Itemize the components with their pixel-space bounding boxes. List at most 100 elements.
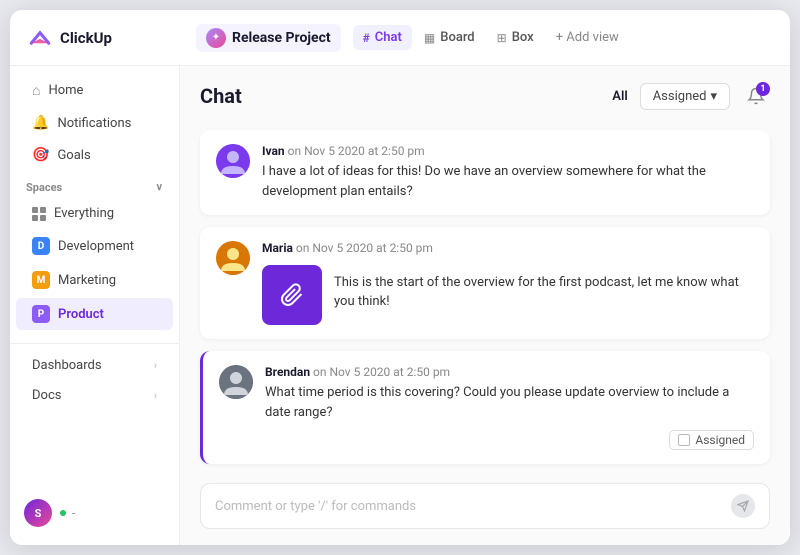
chevron-down-icon[interactable]: ∨ <box>156 182 163 193</box>
sidebar-goals-label: Goals <box>57 148 90 163</box>
chat-title: Chat <box>200 84 242 108</box>
add-view-button[interactable]: + Add view <box>546 25 629 50</box>
spaces-section-title: Spaces ∨ <box>10 171 179 198</box>
project-icon: ✦ <box>206 28 226 48</box>
sidebar: ⌂ Home 🔔 Notifications 🎯 Goals Spaces ∨ … <box>10 66 180 545</box>
tab-box-label: Box <box>512 30 534 45</box>
project-badge[interactable]: ✦ Release Project <box>196 24 341 52</box>
marketing-space-icon: M <box>32 271 50 289</box>
sidebar-everything-label: Everything <box>54 206 114 221</box>
maria-message-with-attachment: This is the start of the overview for th… <box>262 259 754 325</box>
sidebar-notifications-label: Notifications <box>57 116 131 131</box>
comment-box-wrap: Comment or type '/' for commands <box>180 471 790 545</box>
ivan-avatar-img <box>216 144 250 178</box>
board-icon: ▦ <box>424 31 435 45</box>
maria-message-meta: Maria on Nov 5 2020 at 2:50 pm <box>262 241 754 255</box>
assigned-tag[interactable]: Assigned <box>669 430 754 450</box>
main-content: ⌂ Home 🔔 Notifications 🎯 Goals Spaces ∨ … <box>10 66 790 545</box>
tab-chat-label: Chat <box>375 30 402 45</box>
brendan-author: Brendan <box>265 365 310 379</box>
user-profile-area[interactable]: S - <box>10 489 179 537</box>
docs-expand-icon: › <box>154 389 157 402</box>
maria-author: Maria <box>262 241 293 255</box>
assigned-filter-button[interactable]: Assigned ▾ <box>640 83 730 110</box>
ivan-author: Ivan <box>262 144 285 158</box>
filter-all-button[interactable]: All <box>612 89 627 104</box>
spaces-label: Spaces <box>26 181 62 194</box>
sidebar-dashboards-label: Dashboards <box>32 358 102 373</box>
chat-messages-list: Ivan on Nov 5 2020 at 2:50 pm I have a l… <box>180 122 790 471</box>
everything-grid-icon <box>32 207 46 221</box>
sidebar-product-label: Product <box>58 307 104 322</box>
assigned-tag-label: Assigned <box>695 433 745 447</box>
sidebar-item-marketing[interactable]: M Marketing <box>16 264 173 296</box>
sidebar-item-home[interactable]: ⌂ Home <box>16 75 173 106</box>
avatar-maria <box>216 241 250 275</box>
message-ivan: Ivan on Nov 5 2020 at 2:50 pm I have a l… <box>200 130 770 215</box>
brendan-avatar-img <box>219 365 253 399</box>
sidebar-item-dashboards[interactable]: Dashboards › <box>16 351 173 380</box>
message-brendan: Brendan on Nov 5 2020 at 2:50 pm What ti… <box>200 351 770 464</box>
product-space-icon: P <box>32 305 50 323</box>
notification-bell-button[interactable]: 1 <box>742 82 770 110</box>
app-window: ClickUp ✦ Release Project # Chat ▦ Board… <box>10 10 790 545</box>
user-status: - <box>72 506 75 520</box>
sidebar-marketing-label: Marketing <box>58 273 116 288</box>
user-avatar: S <box>24 499 52 527</box>
clickup-logo-icon <box>26 24 54 52</box>
maria-avatar-img <box>216 241 250 275</box>
ivan-message-meta: Ivan on Nov 5 2020 at 2:50 pm <box>262 144 754 158</box>
dashboards-expand-icon: › <box>154 359 157 372</box>
notification-count-badge: 1 <box>756 82 770 96</box>
comment-box[interactable]: Comment or type '/' for commands <box>200 483 770 529</box>
tab-box[interactable]: ⊞ Box <box>487 25 544 50</box>
chat-header: Chat All Assigned ▾ 1 <box>180 66 790 122</box>
goals-icon: 🎯 <box>32 147 49 163</box>
user-online-indicator <box>60 510 66 516</box>
ivan-message-text: I have a lot of ideas for this! Do we ha… <box>262 162 754 201</box>
top-navigation: ✦ Release Project # Chat ▦ Board ⊞ Box +… <box>196 24 774 52</box>
avatar-ivan <box>216 144 250 178</box>
development-space-icon: D <box>32 237 50 255</box>
brendan-timestamp: on Nov 5 2020 at 2:50 pm <box>313 365 450 379</box>
assigned-checkbox[interactable] <box>678 434 690 446</box>
sidebar-item-goals[interactable]: 🎯 Goals <box>16 140 173 170</box>
sidebar-home-label: Home <box>48 83 83 98</box>
assigned-chevron-icon: ▾ <box>710 89 717 104</box>
comment-placeholder: Comment or type '/' for commands <box>215 499 416 514</box>
assigned-filter-label: Assigned <box>653 89 707 104</box>
ivan-timestamp: on Nov 5 2020 at 2:50 pm <box>288 144 425 158</box>
maria-timestamp: on Nov 5 2020 at 2:50 pm <box>296 241 433 255</box>
box-icon: ⊞ <box>497 31 507 45</box>
brendan-message-meta: Brendan on Nov 5 2020 at 2:50 pm <box>265 365 754 379</box>
maria-message-text: This is the start of the overview for th… <box>334 273 754 312</box>
sidebar-development-label: Development <box>58 239 134 254</box>
chat-area: Chat All Assigned ▾ 1 <box>180 66 790 545</box>
send-icon <box>737 500 749 512</box>
tab-chat[interactable]: # Chat <box>353 25 412 50</box>
sidebar-bottom-divider: Dashboards › Docs › <box>10 343 179 411</box>
attachment-preview[interactable] <box>262 265 322 325</box>
sidebar-item-development[interactable]: D Development <box>16 230 173 262</box>
sidebar-docs-label: Docs <box>32 388 61 403</box>
bell-icon: 🔔 <box>32 115 49 131</box>
sidebar-item-product[interactable]: P Product <box>16 298 173 330</box>
ivan-message-body: Ivan on Nov 5 2020 at 2:50 pm I have a l… <box>262 144 754 201</box>
brendan-message-text: What time period is this covering? Could… <box>265 383 754 422</box>
brendan-message-body: Brendan on Nov 5 2020 at 2:50 pm What ti… <box>265 365 754 450</box>
logo-area: ClickUp <box>26 24 196 52</box>
sidebar-item-docs[interactable]: Docs › <box>16 381 173 410</box>
project-name: Release Project <box>232 30 331 46</box>
assigned-label-area: Assigned <box>265 430 754 450</box>
nav-tabs: # Chat ▦ Board ⊞ Box + Add view <box>353 25 629 50</box>
add-view-label: + Add view <box>556 30 619 45</box>
sidebar-item-notifications[interactable]: 🔔 Notifications <box>16 108 173 138</box>
home-icon: ⌂ <box>32 82 40 99</box>
tab-board-label: Board <box>440 30 474 45</box>
sidebar-item-everything[interactable]: Everything <box>16 199 173 228</box>
avatar-brendan <box>219 365 253 399</box>
user-initials: S <box>35 507 42 520</box>
comment-send-button[interactable] <box>731 494 755 518</box>
chat-header-controls: All Assigned ▾ 1 <box>612 82 770 110</box>
tab-board[interactable]: ▦ Board <box>414 25 485 50</box>
